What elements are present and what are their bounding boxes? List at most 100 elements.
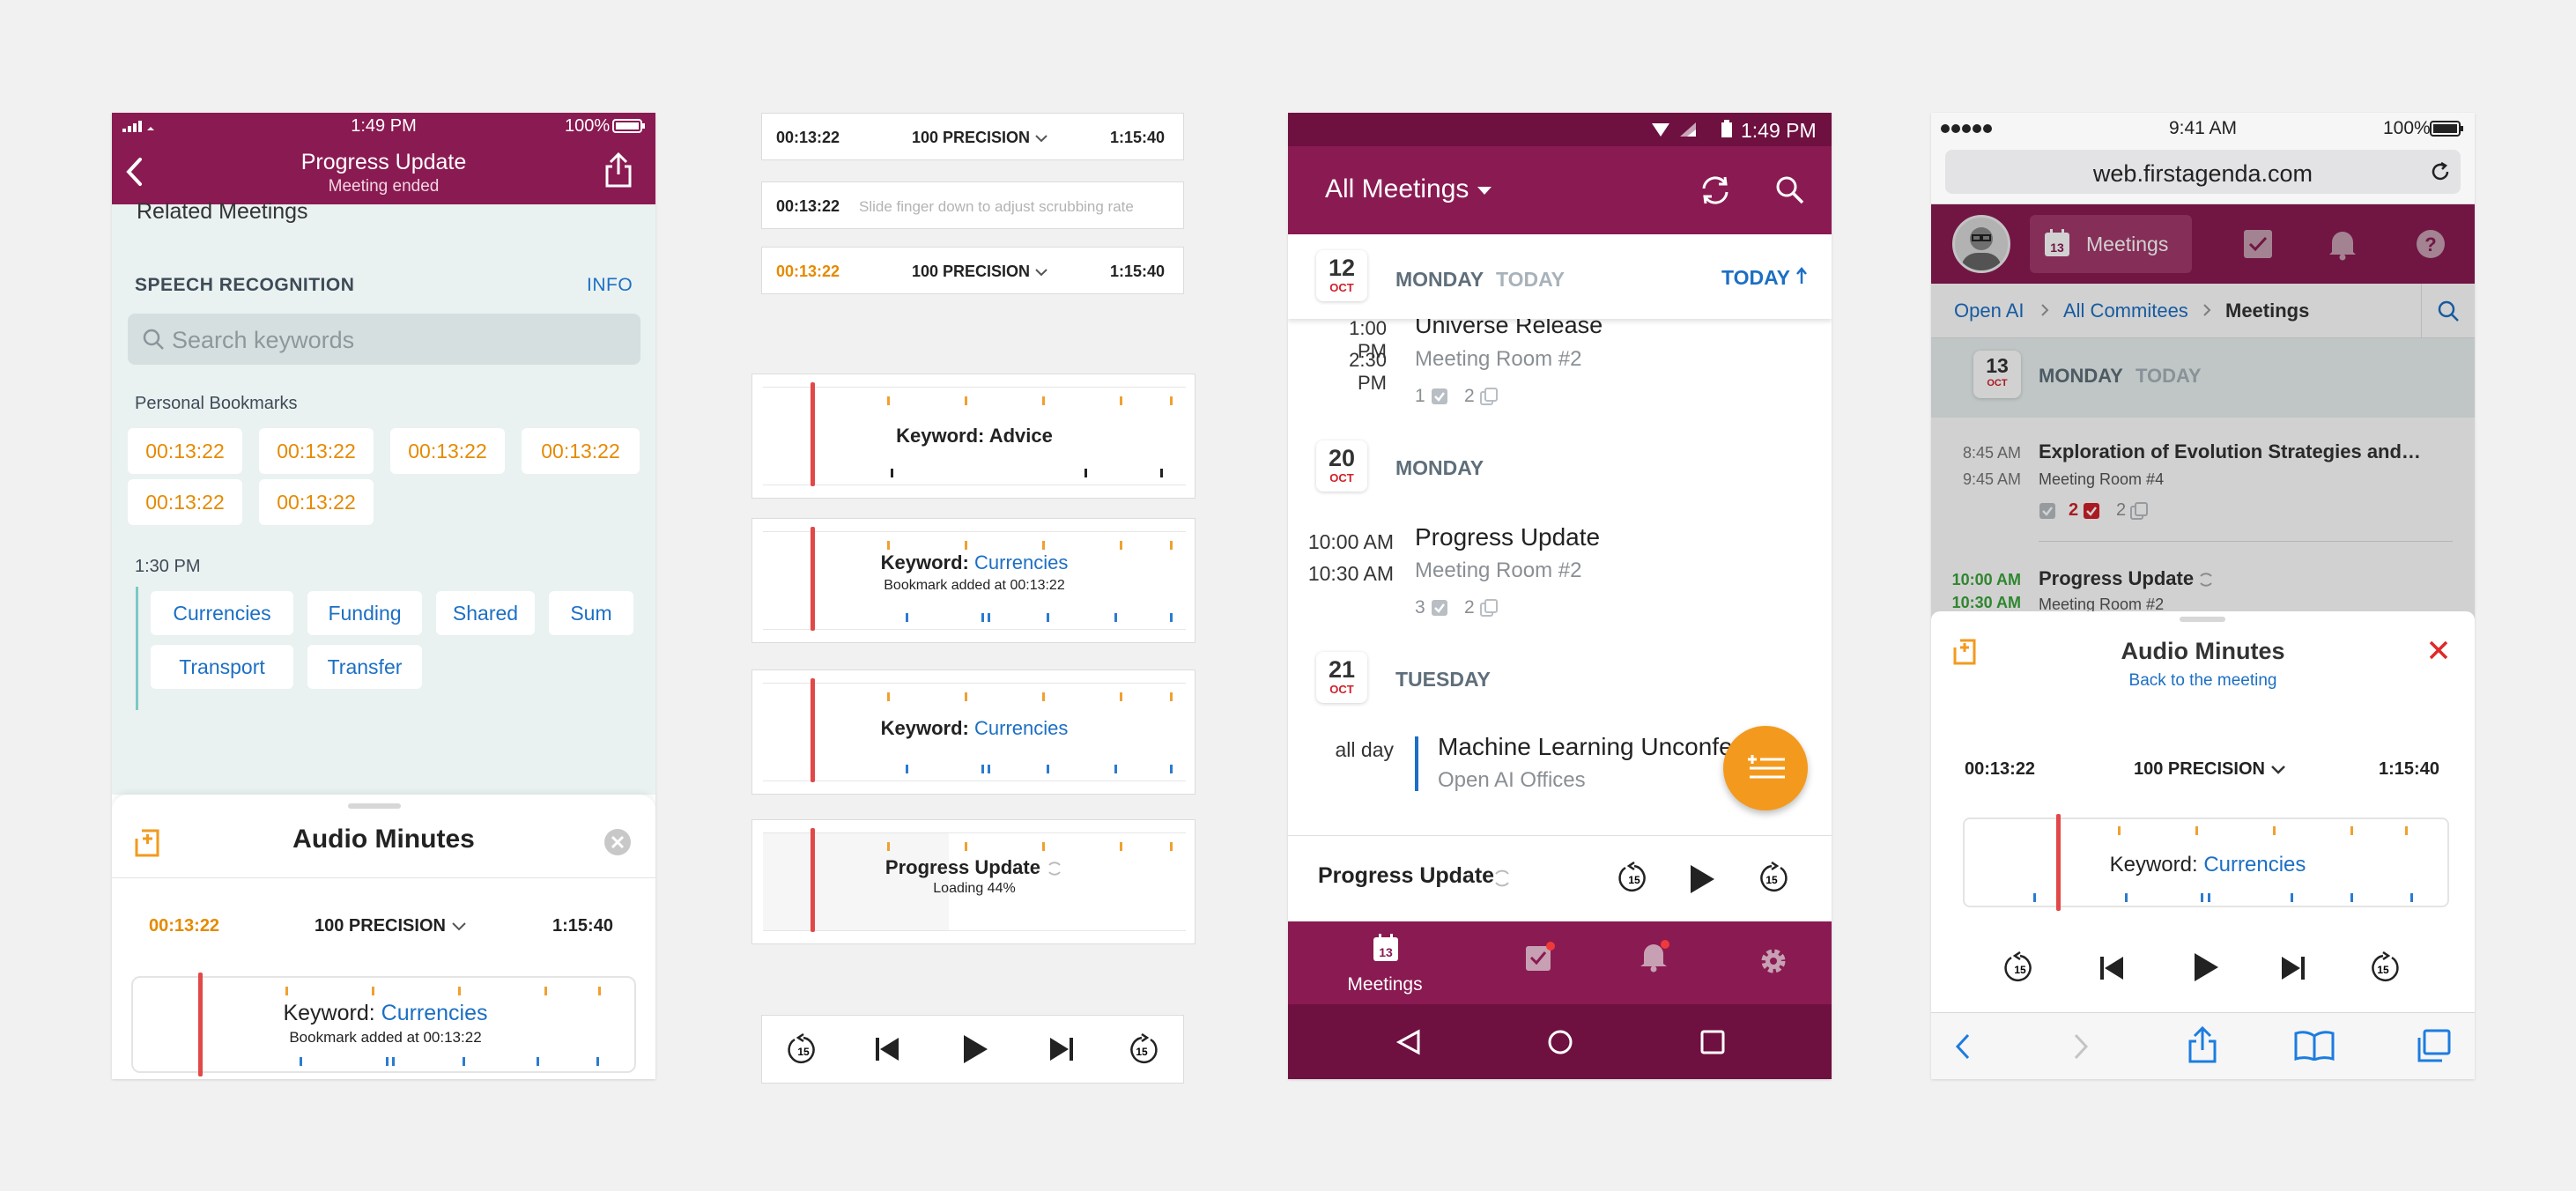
safari-address-area: web.firstagenda.com xyxy=(1931,144,2475,204)
scrubber[interactable]: Keyword: Currencies Bookmark added at 00… xyxy=(763,527,1186,631)
bookmarks-heading: Personal Bookmarks xyxy=(135,394,298,413)
scrubber[interactable]: Keyword: Currencies xyxy=(1963,814,2449,911)
files-icon xyxy=(1479,599,1498,618)
info-link[interactable]: INFO xyxy=(587,275,633,296)
scrubber[interactable]: Keyword: Currencies Bookmark added at 00… xyxy=(131,973,636,1076)
precision-dropdown[interactable]: 100 PRECISION xyxy=(912,129,1048,147)
bookmark-tick xyxy=(1120,396,1122,405)
play-button[interactable] xyxy=(1688,863,1716,899)
precision-bar-active: 00:13:22 100 PRECISION 1:15:40 xyxy=(761,247,1184,294)
tasks-icon[interactable] xyxy=(1524,941,1556,973)
battery-icon xyxy=(612,119,646,133)
previous-button[interactable] xyxy=(2099,955,2125,986)
previous-button[interactable] xyxy=(874,1036,900,1067)
precision-bar: 00:13:22 100 PRECISION 1:15:40 xyxy=(761,113,1184,160)
mini-player[interactable]: Progress Update 15 15 xyxy=(1288,837,1832,921)
bookmark-chip[interactable]: 00:13:22 xyxy=(522,428,640,474)
related-meetings-link[interactable]: Related Meetings xyxy=(137,199,308,225)
skip-forward-button[interactable]: 15 xyxy=(1125,1032,1158,1071)
event-row[interactable]: 10:00 AM 10:30 AM Progress Update Meetin… xyxy=(1288,523,1832,629)
weekday-label: TUESDAY xyxy=(1395,668,1491,691)
keyword-chip[interactable]: Currencies xyxy=(151,591,293,635)
keyword-chip[interactable]: Sum xyxy=(549,591,633,635)
bookmarks-book-icon[interactable] xyxy=(2294,1031,2335,1061)
next-button[interactable] xyxy=(2280,955,2306,986)
bookmark-chip[interactable]: 00:13:22 xyxy=(259,428,374,474)
bookmark-chip[interactable]: 00:13:22 xyxy=(390,428,505,474)
bookmark-tick xyxy=(887,396,890,405)
bookmark-chip[interactable]: 00:13:22 xyxy=(128,428,242,474)
scrubber[interactable]: Keyword: Currencies xyxy=(763,678,1186,782)
browser-forward-icon[interactable] xyxy=(2072,1032,2090,1061)
keyword-label: Keyword: xyxy=(896,425,985,447)
skip-back-button[interactable]: 15 xyxy=(1617,861,1651,899)
meetings-filter-dropdown[interactable]: All Meetings xyxy=(1325,174,1492,204)
play-button[interactable] xyxy=(961,1033,989,1069)
reload-icon[interactable] xyxy=(2430,161,2451,182)
battery-percent: 100% xyxy=(565,116,611,136)
share-icon[interactable] xyxy=(603,152,633,189)
precision-dropdown[interactable]: 100 PRECISION xyxy=(2134,759,2286,780)
settings-gear-icon[interactable] xyxy=(1758,946,1788,976)
bookmark-tick xyxy=(1120,842,1122,851)
bookmark-chip[interactable]: 00:13:22 xyxy=(259,479,374,525)
nav-meetings[interactable]: 13 Meetings xyxy=(1323,930,1447,1001)
player-controls-card: 15 15 xyxy=(761,1015,1184,1084)
nav-bar: Progress Update Meeting ended xyxy=(112,139,655,204)
chevron-down-icon xyxy=(1034,134,1048,143)
keyword-tick xyxy=(891,469,893,477)
add-agenda-fab[interactable] xyxy=(1723,726,1808,810)
bookmark-tick xyxy=(965,692,967,701)
scrubber[interactable]: Keyword: Advice xyxy=(763,382,1186,486)
browser-back-icon[interactable] xyxy=(1954,1032,1972,1061)
skip-back-button[interactable]: 15 xyxy=(2003,951,2037,989)
close-icon[interactable] xyxy=(2428,640,2449,661)
event-start: all day xyxy=(1335,738,1394,761)
keyword-tick xyxy=(2291,893,2293,902)
sheet-handle[interactable] xyxy=(348,803,401,809)
bookmark-chip[interactable]: 00:13:22 xyxy=(128,479,242,525)
sheet-handle[interactable] xyxy=(2180,617,2225,622)
skip-forward-button[interactable]: 15 xyxy=(1755,861,1788,899)
skip-back-button[interactable]: 15 xyxy=(787,1032,820,1071)
sync-icon[interactable] xyxy=(1699,174,1732,206)
today-button[interactable]: TODAY xyxy=(1721,266,1808,290)
bookmark-tick xyxy=(1170,396,1173,405)
url-bar[interactable]: web.firstagenda.com xyxy=(1945,150,2461,194)
keyword-chip[interactable]: Transport xyxy=(151,645,293,689)
keyword-tick xyxy=(906,765,908,773)
bookmark-tick xyxy=(598,987,601,995)
event-row[interactable]: 1:00 PM 2:30 PM Universe Release Meeting… xyxy=(1288,312,1832,523)
keyword-chip[interactable]: Funding xyxy=(307,591,422,635)
skip-forward-button[interactable]: 15 xyxy=(2366,951,2400,989)
scrubber[interactable]: Progress Update Loading 44% xyxy=(763,828,1186,932)
recents-square-icon[interactable] xyxy=(1700,1030,1725,1054)
bookmark-tick xyxy=(887,692,890,701)
back-triangle-icon[interactable] xyxy=(1395,1029,1422,1055)
keyword-tick xyxy=(596,1057,599,1066)
file-count-value: 2 xyxy=(1464,597,1475,618)
precision-dropdown[interactable]: 100 PRECISION xyxy=(315,916,467,936)
keyword-chip[interactable]: Shared xyxy=(436,591,535,635)
playhead[interactable] xyxy=(811,828,815,932)
keyword-chip[interactable]: Transfer xyxy=(307,645,422,689)
back-to-meeting-link[interactable]: Back to the meeting xyxy=(1931,671,2475,691)
bookmark-tick xyxy=(2118,826,2121,835)
tabs-icon[interactable] xyxy=(2416,1029,2451,1062)
loading-title: Progress Update xyxy=(885,856,1040,878)
search-input[interactable]: Search keywords xyxy=(128,314,640,365)
current-time: 00:13:22 xyxy=(776,129,840,146)
play-button[interactable] xyxy=(2192,951,2220,988)
weekday-label: MONDAY xyxy=(1395,268,1484,291)
close-icon[interactable] xyxy=(603,828,632,856)
search-icon[interactable] xyxy=(1775,175,1805,205)
precision-dropdown[interactable]: 100 PRECISION xyxy=(912,263,1048,281)
keyword-tick xyxy=(1160,469,1163,477)
divider xyxy=(112,877,655,878)
checkbox-icon xyxy=(1431,599,1448,617)
share-icon[interactable] xyxy=(2187,1025,2218,1064)
next-button[interactable] xyxy=(1048,1036,1075,1067)
precision-label: 100 PRECISION xyxy=(2134,759,2265,779)
notifications-icon[interactable] xyxy=(1639,939,1670,973)
home-circle-icon[interactable] xyxy=(1547,1029,1573,1055)
